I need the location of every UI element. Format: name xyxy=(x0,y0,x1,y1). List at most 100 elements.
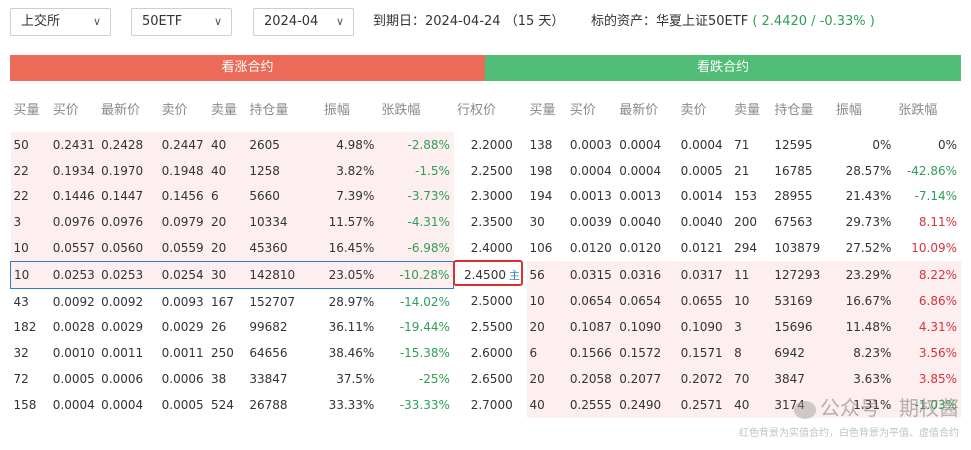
call-bid-qty-cell: 158 xyxy=(13,397,37,412)
call-oi-cell: 64656 xyxy=(249,346,288,361)
call-oi-cell: 142810 xyxy=(246,260,321,289)
call-col-change: 张跌幅 xyxy=(381,102,421,118)
call-change-cell: -14.02% xyxy=(399,294,450,309)
call-banner: 看涨合约 xyxy=(10,55,485,81)
put-col-last: 最新价 xyxy=(619,102,659,118)
put-ask-cell: 0.2571 xyxy=(677,391,732,418)
table-row[interactable]: 3 0.0976 0.0976 0.0979 20 10334 11.57% -4.31% 2.… xyxy=(10,209,962,236)
put-bid-cell: 0.0315 xyxy=(566,261,617,289)
put-change-cell: 3.85% xyxy=(895,366,961,392)
strike-value: 2.7000 xyxy=(470,397,513,412)
put-banner-label: 看跌合约 xyxy=(696,60,749,75)
table-row[interactable]: 22 0.1446 0.1447 0.1456 6 5660 7.39% -3.73% 2.30… xyxy=(10,183,962,210)
call-last-cell: 0.0011 xyxy=(101,346,144,361)
call-bid-cell: 0.0976 xyxy=(49,209,99,236)
strike-value: 2.6000 xyxy=(470,346,513,361)
call-change-cell: -33.33% xyxy=(399,397,450,412)
put-col-bid: 买价 xyxy=(569,102,596,118)
table-row[interactable]: 43 0.0092 0.0092 0.0093 167 152707 28.97% -14.0… xyxy=(11,288,961,315)
put-last-cell: 0.0120 xyxy=(619,241,662,256)
call-bid-cell: 0.0092 xyxy=(52,294,95,309)
call-bid-cell: 0.0004 xyxy=(52,397,95,412)
call-last-cell: 0.2428 xyxy=(98,132,159,158)
strike-value: 2.3000 xyxy=(470,189,513,204)
call-bid-qty-cell: 10 xyxy=(10,235,50,262)
put-bid-qty-cell: 106 xyxy=(529,241,553,256)
put-ask-qty-cell: 153 xyxy=(734,189,757,204)
put-bid-qty-cell: 194 xyxy=(529,189,553,204)
put-col-bid-qty: 买量 xyxy=(529,102,556,118)
put-oi-cell: 12595 xyxy=(774,137,813,152)
put-ask-cell: 0.0040 xyxy=(680,215,723,230)
put-amplitude-cell: 21.43% xyxy=(845,189,892,204)
strike-cell[interactable]: 2.5500 xyxy=(453,314,527,341)
strike-cell[interactable]: 2.4000 xyxy=(453,235,527,262)
call-last-cell: 0.0092 xyxy=(101,294,144,309)
strike-cell[interactable]: 2.6500 xyxy=(453,366,527,392)
put-bid-qty-cell: 6 xyxy=(526,340,567,367)
call-change-cell: -1.5% xyxy=(378,157,454,184)
call-bid-qty-cell: 22 xyxy=(10,183,50,210)
call-ask-cell: 0.0254 xyxy=(158,260,209,289)
call-oi-cell: 5660 xyxy=(246,183,321,210)
exchange-select-value: 上交所 xyxy=(21,14,61,29)
strike-value: 2.3500 xyxy=(470,215,513,230)
table-row[interactable]: 22 0.1934 0.1970 0.1948 40 1258 3.82% -1.5% 2.25… xyxy=(10,157,962,184)
table-row[interactable]: 72 0.0005 0.0006 0.0006 38 33847 37.5% -25% 2.65… xyxy=(11,366,961,392)
put-change-cell: 8.22% xyxy=(895,261,961,289)
strike-cell[interactable]: 2.2000 xyxy=(453,132,527,158)
call-bid-cell: 0.1934 xyxy=(49,157,99,184)
month-select[interactable]: 2024-04 ∨ xyxy=(253,8,354,36)
table-row[interactable]: 32 0.0010 0.0011 0.0011 250 64656 38.46% -15.38… xyxy=(11,340,961,367)
underlying-select[interactable]: 50ETF ∨ xyxy=(131,8,232,36)
call-oi-cell: 99682 xyxy=(249,320,288,335)
month-select-value: 2024-04 xyxy=(264,14,319,29)
table-row[interactable]: 50 0.2431 0.2428 0.2447 40 2605 4.98% -2.88% 2.2… xyxy=(10,132,962,158)
put-change-cell: 0% xyxy=(937,137,957,152)
put-bid-qty-cell: 10 xyxy=(526,288,567,315)
put-oi-cell: 3847 xyxy=(771,366,833,392)
days-left: （15 天） xyxy=(504,14,565,29)
call-amplitude-cell: 16.45% xyxy=(320,235,379,262)
strike-cell[interactable]: 2.3000 xyxy=(453,183,527,210)
strike-cell[interactable]: 2.3500 xyxy=(453,209,527,236)
put-bid-cell: 0.1087 xyxy=(566,314,617,341)
put-ask-qty-cell: 11 xyxy=(731,261,772,289)
call-bid-qty-cell: 10 xyxy=(9,260,50,289)
put-bid-cell: 0.0120 xyxy=(569,241,612,256)
watermark: 公众号 · 期权酱 xyxy=(793,392,959,421)
put-change-cell: 4.31% xyxy=(895,314,961,341)
put-oi-cell: 6942 xyxy=(771,340,833,367)
put-oi-cell: 16785 xyxy=(774,163,813,178)
strike-cell[interactable]: 2.7000 xyxy=(453,391,527,418)
put-oi-cell: 53169 xyxy=(771,288,833,315)
call-ask-qty-cell: 26 xyxy=(211,320,227,335)
put-change-cell: -7.14% xyxy=(914,189,957,204)
call-oi-cell: 1258 xyxy=(246,157,321,184)
call-ask-qty-cell: 38 xyxy=(211,372,227,387)
wechat-icon xyxy=(793,400,816,419)
call-change-cell: -6.98% xyxy=(378,235,454,262)
underlying-info: 标的资产：华夏上证50ETF ( 2.4420 / -0.33% ) xyxy=(591,8,875,36)
call-bid-cell: 0.2431 xyxy=(49,132,99,158)
call-oi-cell: 33847 xyxy=(249,372,288,387)
call-ask-cell: 0.0005 xyxy=(161,397,204,412)
asset-quote: ( 2.4420 / -0.33% ) xyxy=(752,14,875,29)
table-row[interactable]: 10 0.0557 0.0560 0.0559 20 45360 16.45% -6.98% 2… xyxy=(10,235,962,262)
call-amplitude-cell: 38.46% xyxy=(328,346,375,361)
strike-cell[interactable]: 主2.5000 xyxy=(453,288,527,315)
put-bid-cell: 0.0004 xyxy=(569,163,612,178)
table-row[interactable]: 182 0.0028 0.0029 0.0029 26 99682 36.11% -19.44… xyxy=(11,314,961,341)
call-oi-cell: 45360 xyxy=(246,235,321,262)
put-col-amplitude: 振幅 xyxy=(835,102,862,118)
call-ask-cell: 0.1948 xyxy=(158,157,209,184)
exchange-select[interactable]: 上交所 ∨ xyxy=(10,8,111,36)
put-bid-cell: 0.0003 xyxy=(569,137,612,152)
put-bid-cell: 0.2555 xyxy=(566,391,617,418)
call-amplitude-cell: 28.97% xyxy=(328,294,375,309)
strike-cell[interactable]: 2.6000 xyxy=(453,340,527,367)
call-change-cell: -3.73% xyxy=(378,183,454,210)
watermark-note: 红色背景为实值合约，白色背景为平值、虚值合约 xyxy=(739,428,959,439)
call-last-cell: 0.0976 xyxy=(98,209,159,236)
strike-cell[interactable]: 2.2500 xyxy=(453,157,527,184)
